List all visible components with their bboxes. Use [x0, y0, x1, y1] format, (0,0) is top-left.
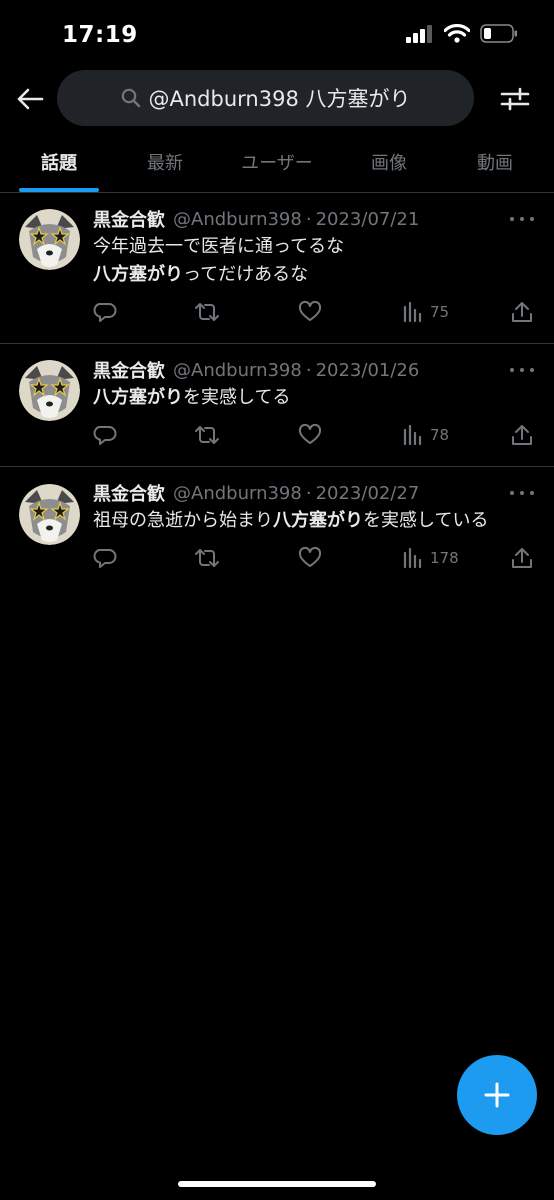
tweet[interactable]: 黒金合歓 @Andburn398 · 2023/01/26 八方塞がりを実感して… — [0, 344, 554, 467]
views-button[interactable]: 178 — [402, 543, 459, 573]
separator-dot: · — [305, 359, 312, 381]
avatar-image — [19, 360, 80, 421]
tab-latest[interactable]: 最新 — [110, 132, 220, 192]
tweet-text-line: 今年過去一で医者に通ってるな — [93, 236, 345, 257]
views-button[interactable]: 78 — [402, 420, 449, 450]
speech-bubble-icon — [93, 549, 117, 568]
bar-chart-icon — [403, 424, 422, 446]
more-options-icon[interactable] — [510, 214, 534, 224]
sliders-icon — [500, 87, 530, 111]
author-handle[interactable]: @Andburn398 — [173, 209, 302, 230]
share-upload-icon — [512, 425, 532, 445]
tweet-actions: 78 — [93, 420, 538, 450]
tweet-date[interactable]: 2023/02/27 — [316, 483, 420, 504]
author-name[interactable]: 黒金合歓 — [93, 480, 165, 506]
speech-bubble-icon — [93, 426, 117, 445]
like-button[interactable] — [298, 543, 322, 573]
heart-icon — [298, 423, 322, 444]
tweet-header: 黒金合歓 @Andburn398 · 2023/02/27 — [93, 480, 419, 506]
tweet[interactable]: 黒金合歓 @Andburn398 · 2023/02/27 祖母の急逝から始まり… — [0, 467, 554, 591]
share-button[interactable] — [511, 297, 533, 327]
search-tabs: 話題 最新 ユーザー 画像 動画 — [0, 132, 554, 193]
tweet-text: 今年過去一で医者に通ってるな 八方塞がりってだけあるな — [93, 233, 538, 289]
tweet-text-line: 祖母の急逝から始まり八方塞がりを実感している — [93, 510, 489, 531]
avatar[interactable] — [19, 209, 80, 270]
share-upload-icon — [512, 302, 532, 322]
speech-bubble-icon — [93, 303, 117, 322]
views-count: 78 — [430, 426, 450, 444]
views-button[interactable]: 75 — [402, 297, 449, 327]
tweet-date[interactable]: 2023/01/26 — [316, 360, 420, 381]
tweet-header: 黒金合歓 @Andburn398 · 2023/07/21 — [93, 206, 419, 232]
search-header: @Andburn398 八方塞がり — [0, 70, 554, 128]
reply-button[interactable] — [93, 420, 117, 450]
highlighted-keyword: 八方塞がり — [93, 264, 183, 285]
author-handle[interactable]: @Andburn398 — [173, 360, 302, 381]
retweet-arrows-icon — [195, 426, 219, 444]
status-bar: 17:19 — [0, 0, 554, 70]
reply-button[interactable] — [93, 297, 117, 327]
avatar-image — [19, 484, 80, 545]
retweet-arrows-icon — [195, 303, 219, 321]
status-icons — [406, 24, 518, 43]
reply-button[interactable] — [93, 543, 117, 573]
views-count: 75 — [430, 303, 450, 321]
author-name[interactable]: 黒金合歓 — [93, 357, 165, 383]
tab-videos[interactable]: 動画 — [440, 132, 550, 192]
compose-tweet-button[interactable] — [457, 1055, 537, 1135]
active-tab-indicator — [19, 188, 99, 192]
tweet-text-line: 八方塞がりを実感してる — [93, 387, 291, 408]
highlighted-keyword: 八方塞がり — [273, 510, 363, 531]
separator-dot: · — [305, 208, 312, 230]
search-query: @Andburn398 八方塞がり — [148, 87, 411, 111]
retweet-button[interactable] — [193, 543, 221, 573]
retweet-button[interactable] — [193, 420, 221, 450]
avatar[interactable] — [19, 484, 80, 545]
search-icon — [121, 88, 140, 108]
share-button[interactable] — [511, 420, 533, 450]
more-options-icon[interactable] — [510, 488, 534, 498]
tweet-actions: 75 — [93, 297, 538, 327]
share-button[interactable] — [511, 543, 533, 573]
bar-chart-icon — [403, 547, 422, 569]
wifi-icon — [444, 24, 470, 43]
more-options-icon[interactable] — [510, 365, 534, 375]
back-button[interactable] — [12, 82, 48, 116]
heart-icon — [298, 300, 322, 321]
views-count: 178 — [430, 549, 459, 567]
separator-dot: · — [305, 482, 312, 504]
plus-icon — [484, 1082, 510, 1108]
retweet-button[interactable] — [193, 297, 221, 327]
author-handle[interactable]: @Andburn398 — [173, 483, 302, 504]
search-filter-button[interactable] — [498, 82, 532, 116]
bar-chart-icon — [403, 301, 422, 323]
battery-icon — [480, 24, 517, 43]
arrow-left-icon — [17, 88, 44, 110]
tab-top[interactable]: 話題 — [0, 132, 118, 192]
cellular-signal-icon — [406, 24, 432, 43]
tweet-text: 祖母の急逝から始まり八方塞がりを実感している — [93, 507, 538, 535]
tab-photos[interactable]: 画像 — [334, 132, 444, 192]
tweet-text: 八方塞がりを実感してる — [93, 384, 538, 412]
like-button[interactable] — [298, 297, 322, 327]
tweet[interactable]: 黒金合歓 @Andburn398 · 2023/07/21 今年過去一で医者に通… — [0, 193, 554, 344]
home-indicator[interactable] — [178, 1181, 376, 1187]
share-upload-icon — [512, 548, 532, 568]
tweet-header: 黒金合歓 @Andburn398 · 2023/01/26 — [93, 357, 419, 383]
avatar-image — [19, 209, 80, 270]
retweet-arrows-icon — [195, 549, 219, 567]
author-name[interactable]: 黒金合歓 — [93, 206, 165, 232]
tweet-actions: 178 — [93, 543, 538, 573]
tab-people[interactable]: ユーザー — [220, 132, 334, 192]
highlighted-keyword: 八方塞がり — [93, 387, 183, 408]
like-button[interactable] — [298, 420, 322, 450]
tweet-date[interactable]: 2023/07/21 — [316, 209, 420, 230]
status-time: 17:19 — [62, 22, 138, 48]
search-input[interactable]: @Andburn398 八方塞がり — [57, 70, 474, 126]
heart-icon — [298, 546, 322, 567]
avatar[interactable] — [19, 360, 80, 421]
tweet-text-line: 八方塞がりってだけあるな — [93, 264, 309, 285]
